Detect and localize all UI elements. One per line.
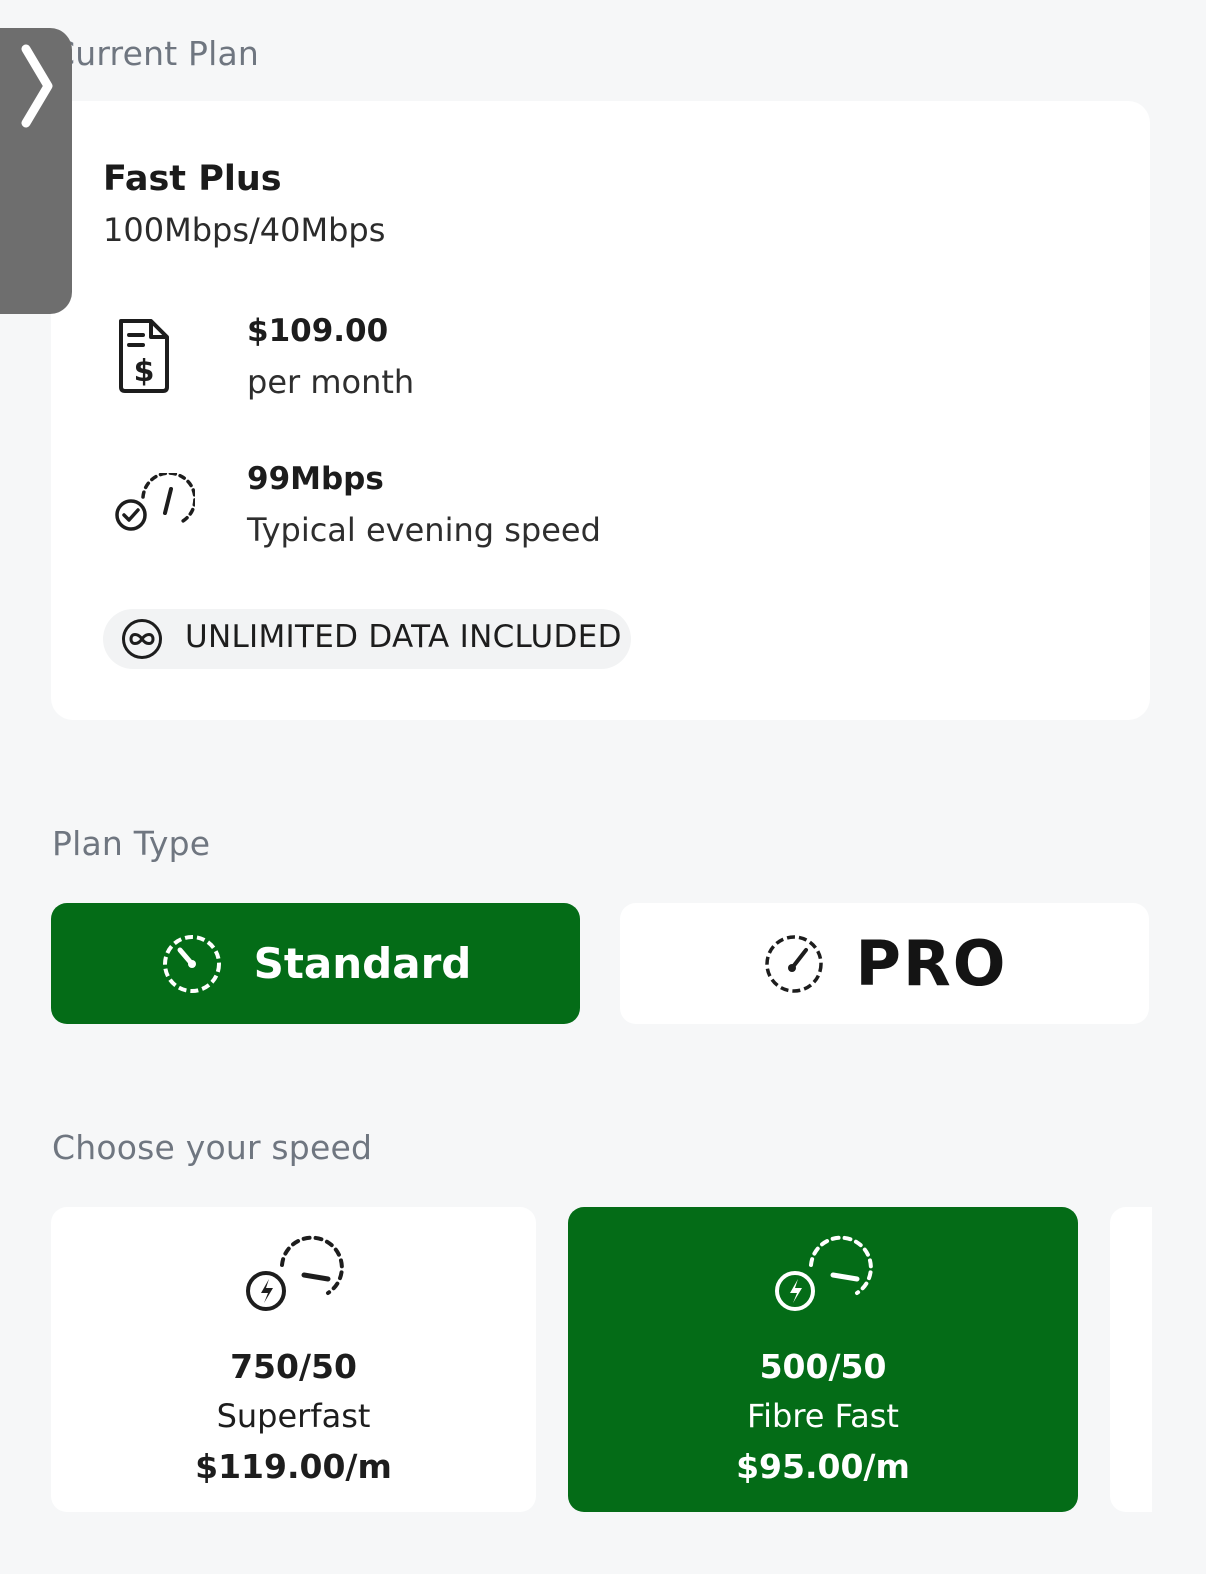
plan-name: Fast Plus bbox=[103, 159, 282, 199]
speed-option-name: Fibre Fast bbox=[747, 1397, 899, 1435]
plan-type-standard-button[interactable]: Standard bbox=[51, 903, 580, 1024]
plan-price-period: per month bbox=[247, 363, 415, 401]
plan-type-standard-label: Standard bbox=[253, 939, 472, 988]
speed-option-card[interactable]: 750/50 Superfast $119.00/m bbox=[51, 1207, 536, 1512]
speedometer-icon bbox=[764, 934, 823, 993]
current-plan-heading: Current Plan bbox=[52, 34, 260, 73]
plan-type-heading: Plan Type bbox=[52, 824, 211, 863]
evening-speed-label: Typical evening speed bbox=[247, 511, 601, 549]
chevron-right-icon bbox=[21, 44, 53, 128]
current-plan-card: Fast Plus 100Mbps/40Mbps $ $109.00 per m… bbox=[51, 101, 1150, 720]
speed-option-value: 750/50 bbox=[230, 1347, 357, 1386]
svg-text:$: $ bbox=[134, 354, 155, 389]
speedometer-lightning-icon bbox=[245, 1235, 344, 1311]
plan-rate: 100Mbps/40Mbps bbox=[103, 211, 386, 249]
speed-option-value: 500/50 bbox=[759, 1347, 887, 1386]
speedometer-check-icon bbox=[115, 473, 195, 531]
speed-option-name: Superfast bbox=[216, 1397, 371, 1435]
plan-type-pro-label: PRO bbox=[855, 927, 1008, 1000]
unlimited-data-label: UNLIMITED DATA INCLUDED bbox=[185, 619, 622, 655]
plan-type-pro-button[interactable]: PRO bbox=[620, 903, 1149, 1024]
infinity-icon bbox=[122, 619, 162, 659]
evening-speed: 99Mbps bbox=[247, 461, 384, 497]
unlimited-data-badge: UNLIMITED DATA INCLUDED bbox=[103, 609, 631, 669]
speedometer-icon bbox=[162, 934, 221, 993]
speed-option-price: $119.00/m bbox=[195, 1447, 392, 1486]
side-drawer-tab[interactable] bbox=[0, 28, 72, 314]
invoice-dollar-icon: $ bbox=[119, 319, 169, 393]
speed-option-card-selected[interactable]: 500/50 Fibre Fast $95.00/m bbox=[568, 1207, 1078, 1512]
speedometer-lightning-icon bbox=[775, 1235, 873, 1311]
speed-option-card-partial[interactable] bbox=[1110, 1207, 1152, 1512]
plan-price: $109.00 bbox=[247, 313, 389, 349]
choose-speed-heading: Choose your speed bbox=[52, 1128, 373, 1167]
speed-option-price: $95.00/m bbox=[736, 1447, 910, 1486]
